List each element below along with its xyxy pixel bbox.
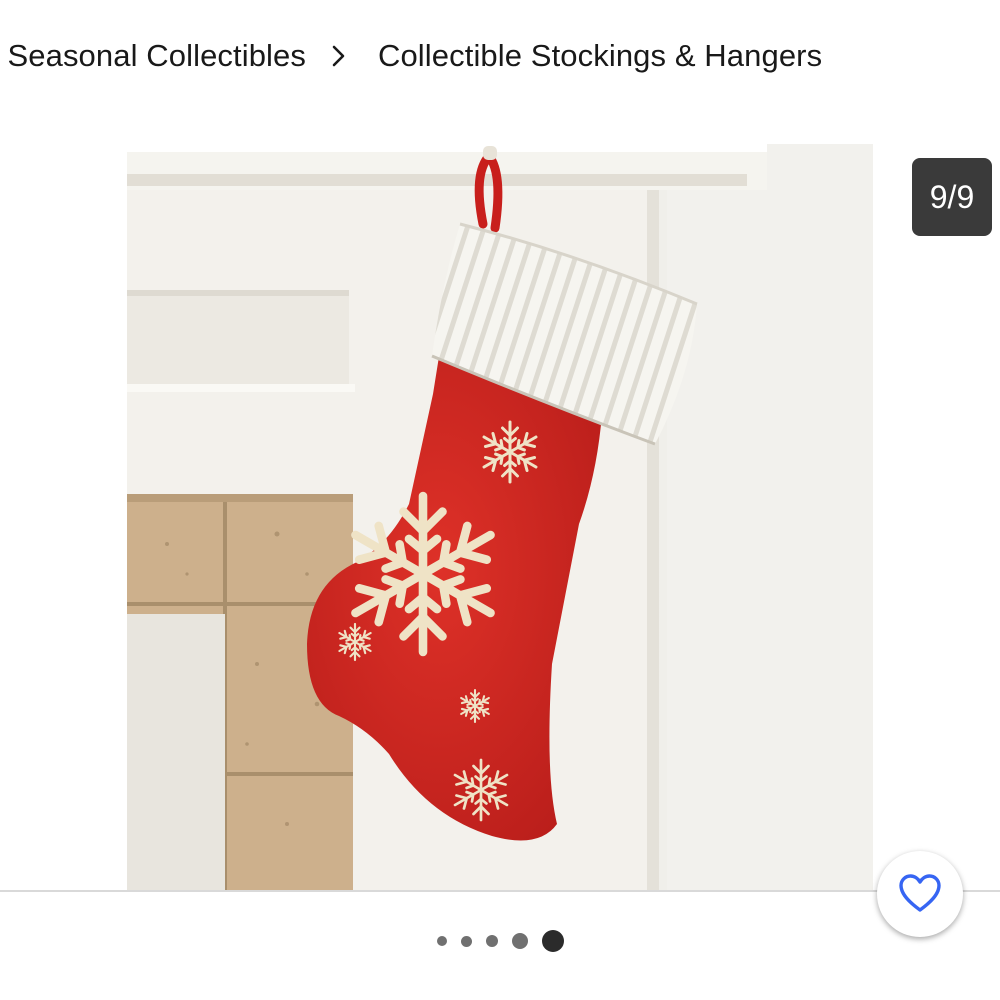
stocking-photo [127,144,873,890]
pagination-dot[interactable] [485,935,498,947]
breadcrumb: & Seasonal Collectibles Collectible Stoc… [0,0,1000,112]
heart-icon [897,872,943,917]
breadcrumb-item-seasonal-collectibles[interactable]: & Seasonal Collectibles [0,38,306,74]
pagination-dot-active[interactable] [541,930,564,952]
image-counter: 9/9 [912,158,992,236]
breadcrumb-item-stockings-hangers[interactable]: Collectible Stockings & Hangers [378,38,822,74]
pagination-dot[interactable] [436,936,447,946]
pagination-dot[interactable] [511,933,528,949]
pagination-dot[interactable] [460,935,472,947]
chevron-right-icon [328,45,350,67]
gallery-pagination [0,925,1000,957]
product-image[interactable] [127,144,873,890]
divider [0,890,1000,892]
